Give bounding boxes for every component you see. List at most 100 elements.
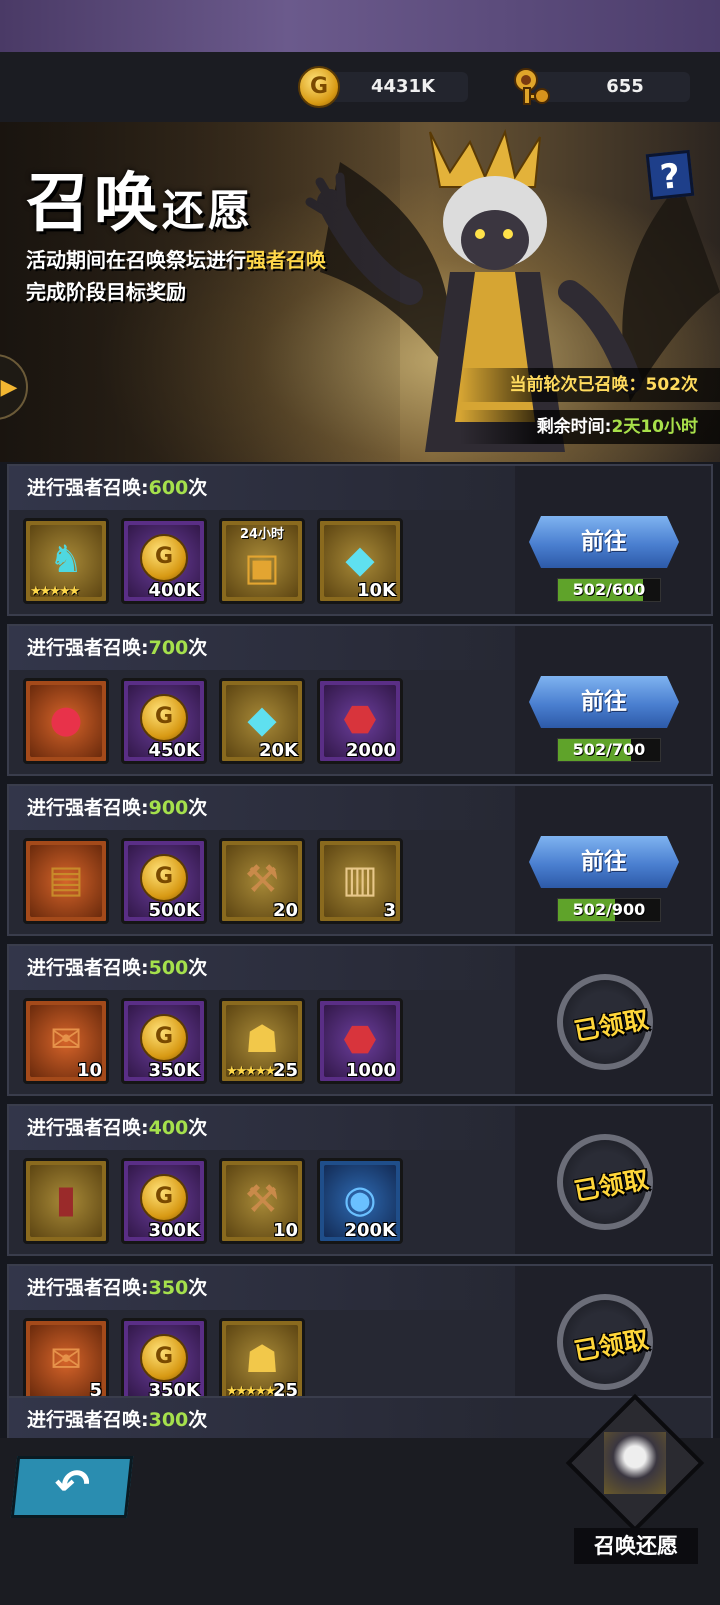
reward-item[interactable]: ● bbox=[23, 678, 109, 764]
hero-shard-icon: ☗ bbox=[244, 1336, 280, 1381]
gold-amount: 4431K bbox=[318, 72, 468, 102]
reward-quantity: 1000 bbox=[345, 1060, 396, 1081]
remaining-time: 剩余时间:2天10小时 bbox=[460, 410, 720, 444]
reward-item[interactable]: ◆ 10K bbox=[317, 518, 403, 604]
progress-text: 502/900 bbox=[572, 900, 646, 919]
hero-shard-icon: ☗ bbox=[244, 1016, 280, 1061]
gold-coin-icon: G bbox=[140, 853, 188, 902]
gold-coin-icon: G bbox=[140, 533, 188, 582]
reward-item[interactable]: G 350K bbox=[121, 1318, 207, 1404]
reward-item[interactable]: ⬣ 2000 bbox=[317, 678, 403, 764]
reward-quantity: 10K bbox=[357, 580, 396, 601]
task-header: 进行强者召唤:700次 bbox=[9, 626, 521, 670]
reward-item[interactable]: ▥ 3 bbox=[317, 838, 403, 924]
reward-item[interactable]: ⬣ 1000 bbox=[317, 998, 403, 1084]
reward-item[interactable]: ⚒ 20 bbox=[219, 838, 305, 924]
treasure-chest-icon: ▣ bbox=[244, 544, 280, 589]
ruby-amulet-icon: ● bbox=[49, 696, 83, 741]
reward-quantity: 200K bbox=[344, 1220, 396, 1241]
reward-item[interactable]: G 500K bbox=[121, 838, 207, 924]
red-stone-icon: ⬣ bbox=[343, 1016, 377, 1061]
hero-card-icon: ♞ bbox=[48, 536, 84, 581]
reward-item[interactable]: G 350K bbox=[121, 998, 207, 1084]
gem-chest-icon: ▤ bbox=[48, 856, 84, 901]
claimed-stamp: 已领取 bbox=[557, 974, 653, 1070]
status-strip bbox=[0, 0, 720, 52]
back-arrow-icon: ↶ bbox=[52, 1460, 93, 1509]
task-row: 进行强者召唤:700次 ● G 450K ◆ 20K ⬣ 2000 前往 502/700 bbox=[7, 624, 713, 776]
reward-quantity: 2000 bbox=[345, 740, 396, 761]
reward-item[interactable]: ◉ 200K bbox=[317, 1158, 403, 1244]
reward-item[interactable]: ☗ ★★★★★ 25 bbox=[219, 1318, 305, 1404]
task-header: 进行强者召唤:600次 bbox=[9, 466, 521, 510]
go-button[interactable]: 前往 bbox=[529, 836, 679, 888]
help-button[interactable]: ? bbox=[645, 149, 695, 201]
reward-quantity: 10 bbox=[76, 1060, 102, 1081]
reward-item[interactable]: ▤ bbox=[23, 838, 109, 924]
progress-bar: 502/600 bbox=[557, 578, 661, 602]
hero-face-icon bbox=[604, 1432, 666, 1494]
reward-item[interactable]: G 300K bbox=[121, 1158, 207, 1244]
round-summon-count: 当前轮次已召唤：502次 bbox=[460, 368, 720, 402]
reward-quantity: 350K bbox=[148, 1060, 200, 1081]
star-rating: ★★★★★ bbox=[30, 584, 80, 599]
reward-item[interactable]: ✉ 10 bbox=[23, 998, 109, 1084]
reward-item[interactable]: ◆ 20K bbox=[219, 678, 305, 764]
reward-duration: 24小时 bbox=[239, 527, 285, 542]
reward-quantity: 20K bbox=[259, 740, 298, 761]
go-button[interactable]: 前往 bbox=[529, 676, 679, 728]
task-row: 进行强者召唤:500次 ✉ 10 G 350K ☗ ★★★★★ 25 ⬣ 1000 已领取 bbox=[7, 944, 713, 1096]
task-header: 进行强者召唤:900次 bbox=[9, 786, 521, 830]
reward-item[interactable]: ✉ 5 bbox=[23, 1318, 109, 1404]
reward-quantity: 10 bbox=[272, 1220, 298, 1241]
reward-quantity: 25 bbox=[272, 1060, 298, 1081]
reward-quantity: 20 bbox=[272, 900, 298, 921]
event-banner: 召唤还愿 活动期间在召唤祭坛进行强者召唤 完成阶段目标奖励 ? ▶ 当前轮次已召… bbox=[0, 122, 720, 462]
blue-crystal-icon: ◆ bbox=[345, 536, 375, 581]
reward-item[interactable]: ▣ 24小时 bbox=[219, 518, 305, 604]
resource-bar: 4431K G 655 bbox=[0, 52, 720, 122]
desc-text-line2: 完成阶段目标奖励 bbox=[26, 280, 186, 304]
reward-item[interactable]: G 450K bbox=[121, 678, 207, 764]
reward-item[interactable]: ▮ bbox=[23, 1158, 109, 1244]
gold-coin-icon: G bbox=[140, 693, 188, 742]
progress-bar: 502/700 bbox=[557, 738, 661, 762]
reward-item[interactable]: G 400K bbox=[121, 518, 207, 604]
reward-quantity: 3 bbox=[383, 900, 396, 921]
blue-orb-icon: ◉ bbox=[343, 1176, 377, 1221]
task-header: 进行强者召唤:500次 bbox=[9, 946, 521, 990]
red-stone-icon: ⬣ bbox=[343, 696, 377, 741]
task-row: 进行强者召唤:900次 ▤ G 500K ⚒ 20 ▥ 3 前往 502/900 bbox=[7, 784, 713, 936]
event-title-small: 还愿 bbox=[162, 186, 255, 235]
desc-text: 活动期间在召唤祭坛进行 bbox=[26, 248, 246, 272]
claimed-stamp: 已领取 bbox=[557, 1294, 653, 1390]
back-button[interactable]: ↶ bbox=[10, 1456, 134, 1518]
event-portrait-label: 召唤还愿 bbox=[574, 1528, 698, 1564]
task-row: 进行强者召唤:400次 ▮ G 300K ⚒ 10 ◉ 200K 已领取 bbox=[7, 1104, 713, 1256]
summon-key-icon bbox=[514, 68, 550, 105]
reward-quantity: 300K bbox=[148, 1220, 200, 1241]
key-resource: 655 bbox=[510, 68, 690, 105]
key-amount: 655 bbox=[530, 72, 690, 102]
hammer-icon: ⚒ bbox=[244, 1176, 280, 1221]
gold-coin-icon: G bbox=[298, 66, 340, 108]
claimed-stamp: 已领取 bbox=[557, 1134, 653, 1230]
reward-quantity: 500K bbox=[148, 900, 200, 921]
task-header: 进行强者召唤:300次 bbox=[9, 1398, 521, 1442]
hammer-icon: ⚒ bbox=[244, 856, 280, 901]
tarot-card-icon: ▮ bbox=[55, 1176, 77, 1221]
progress-text: 502/700 bbox=[572, 740, 646, 759]
desc-highlight: 强者召唤 bbox=[246, 248, 326, 272]
gold-coin-icon: G bbox=[140, 1333, 188, 1382]
reward-item[interactable]: ⚒ 10 bbox=[219, 1158, 305, 1244]
reward-item[interactable]: ♞ ★★★★★ bbox=[23, 518, 109, 604]
progress-text: 502/600 bbox=[572, 580, 646, 599]
gold-coin-icon: G bbox=[140, 1173, 188, 1222]
task-header: 进行强者召唤:350次 bbox=[9, 1266, 521, 1310]
scroll-icon: ✉ bbox=[50, 1336, 82, 1381]
task-header: 进行强者召唤:400次 bbox=[9, 1106, 521, 1150]
reward-item[interactable]: ☗ ★★★★★ 25 bbox=[219, 998, 305, 1084]
star-rating: ★★★★★ bbox=[226, 1064, 276, 1079]
go-button[interactable]: 前往 bbox=[529, 516, 679, 568]
gold-coin-icon: G bbox=[140, 1013, 188, 1062]
